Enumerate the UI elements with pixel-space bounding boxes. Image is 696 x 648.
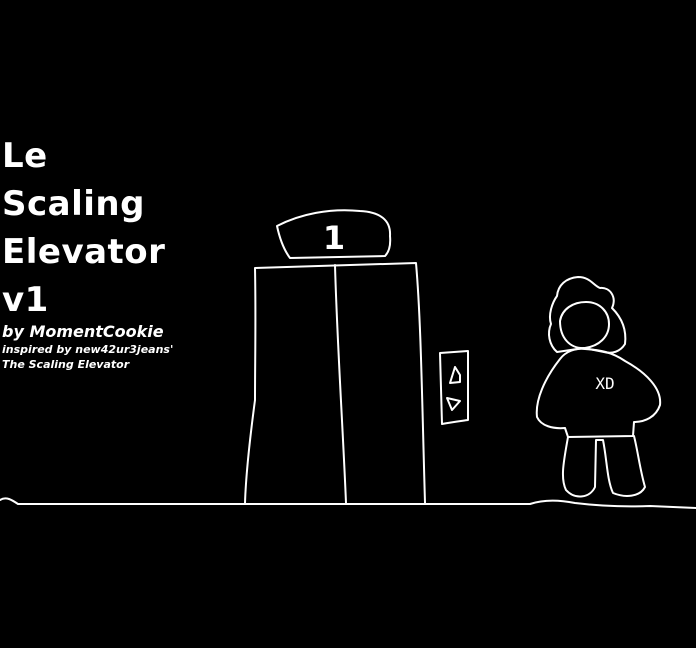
inspiration-credit-line-1: inspired by new42ur3jeans'	[2, 343, 174, 356]
floor-number: 1	[323, 219, 345, 257]
shirt-text: XD	[595, 374, 614, 393]
ground-line	[0, 497, 696, 509]
title-line-3: Elevator	[2, 232, 166, 272]
title-block: Le Scaling Elevator v1 by MomentCookie i…	[2, 132, 173, 372]
elevator-doors	[244, 262, 426, 504]
up-arrow-icon	[449, 366, 461, 384]
inspiration-credit-line-2: The Scaling Elevator	[2, 358, 130, 371]
call-button-panel	[439, 350, 469, 425]
elevator-door-seam	[334, 264, 347, 504]
character-head	[559, 301, 610, 350]
author-byline: by MomentCookie	[2, 322, 164, 341]
character-legs	[561, 435, 646, 498]
character-hair	[548, 276, 627, 354]
title-line-4: v1	[2, 280, 49, 320]
game-screen: 1 XD Le Scaling Elevator v1 by MomentCoo…	[0, 0, 696, 648]
title-line-1: Le	[2, 136, 48, 176]
title-line-2: Scaling	[2, 184, 145, 224]
down-arrow-icon	[446, 397, 461, 411]
